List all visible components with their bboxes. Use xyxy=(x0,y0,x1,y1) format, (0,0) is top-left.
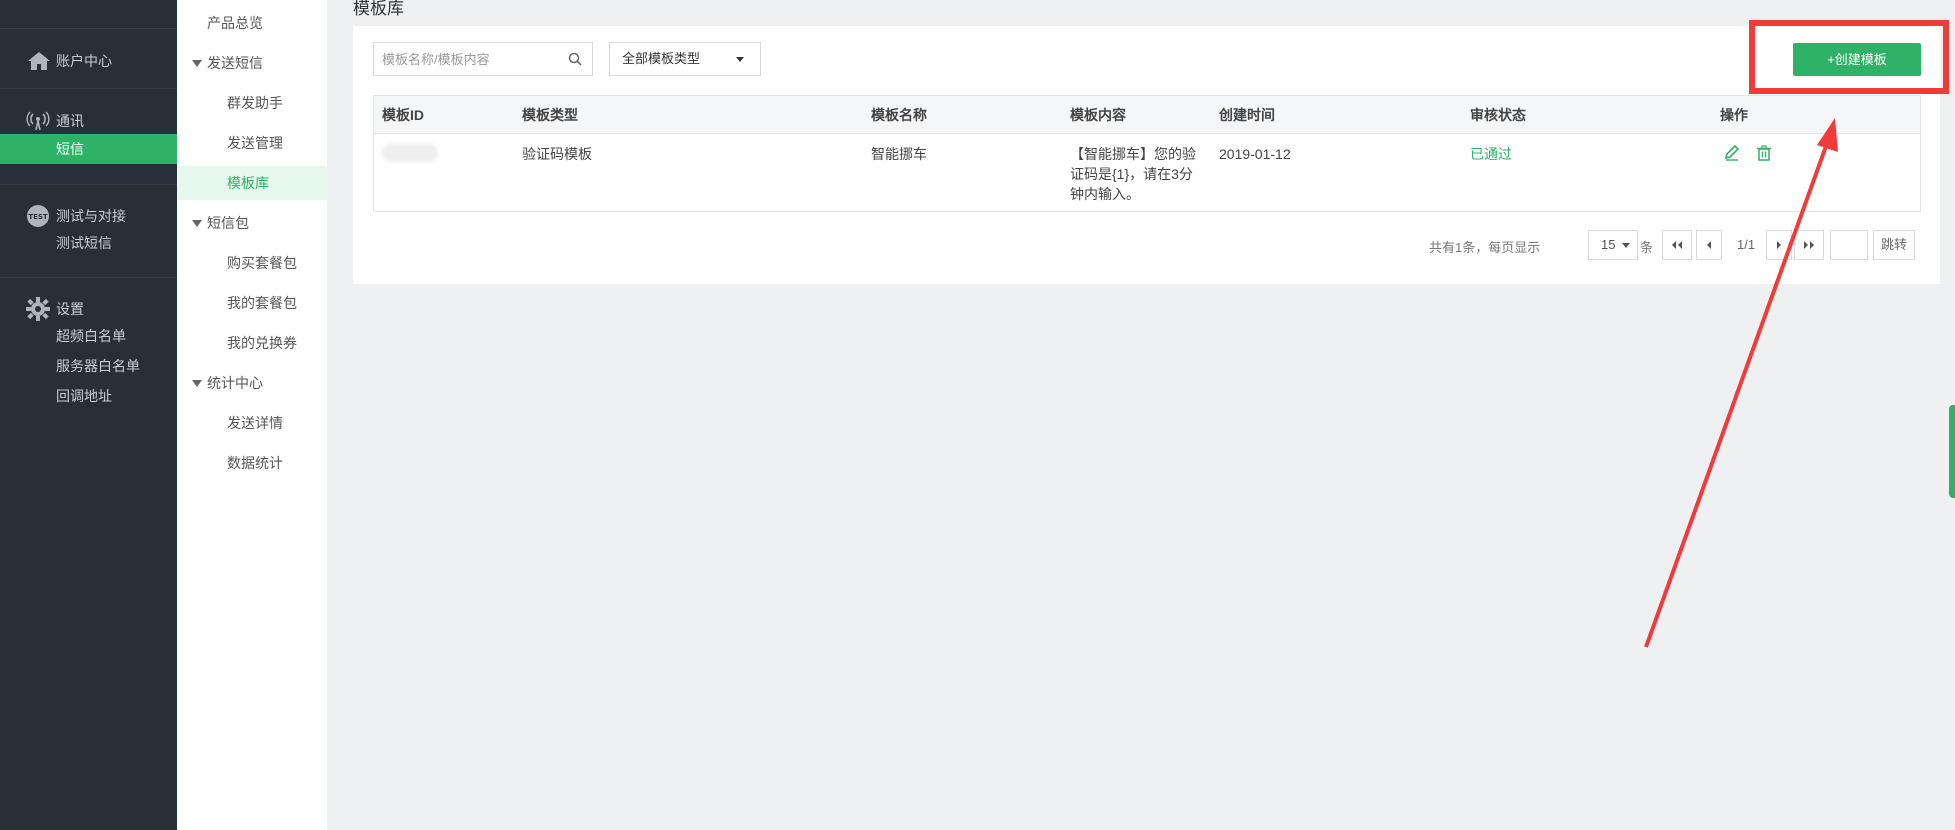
column-header: 模板内容 xyxy=(1070,106,1126,123)
sidebar-item-sms[interactable]: 短信 xyxy=(0,134,177,164)
sidebar-group-comm: 通讯 短信 xyxy=(0,88,177,164)
search-box xyxy=(373,42,593,76)
sidebar-group-account: 账户中心 xyxy=(0,28,177,73)
subnav-item-my-coupon[interactable]: 我的兑换券 xyxy=(177,327,327,359)
secondary-nav: 产品总览 发送短信 群发助手 发送管理 模板库 短信包 购买套餐包 我的套餐包 … xyxy=(177,0,327,830)
pagination: 共有1条，每页显示 15 条 1/1 跳转 xyxy=(373,230,1921,260)
page-size-value: 15 xyxy=(1601,237,1616,252)
caret-down-icon xyxy=(192,380,202,387)
column-header: 操作 xyxy=(1720,106,1748,123)
double-left-icon xyxy=(1672,241,1682,249)
table-row: 验证码模板 智能挪车 【智能挪车】您的验证码是{1}，请在3分钟内输入。 201… xyxy=(374,134,1920,211)
template-name-cell: 智能挪车 xyxy=(871,146,927,162)
column-header: 审核状态 xyxy=(1470,106,1526,123)
sidebar-item-callback-url[interactable]: 回调地址 xyxy=(0,381,177,411)
subnav-group-stats[interactable]: 统计中心 xyxy=(177,367,327,399)
last-page-button[interactable] xyxy=(1794,230,1824,260)
delete-icon[interactable] xyxy=(1755,144,1773,167)
template-content-cell: 【智能挪车】您的验证码是{1}，请在3分钟内输入。 xyxy=(1070,134,1219,211)
double-right-icon xyxy=(1804,241,1814,249)
search-icon[interactable] xyxy=(568,52,582,66)
sidebar-group-test: TEST 测试与对接 测试短信 xyxy=(0,184,177,258)
subnav-item-group-helper[interactable]: 群发助手 xyxy=(177,87,327,119)
feedback-edge-tab[interactable] xyxy=(1949,405,1955,498)
column-header: 创建时间 xyxy=(1219,106,1275,123)
annotation-highlight-box xyxy=(1749,20,1949,94)
subnav-group-label: 统计中心 xyxy=(207,375,263,391)
pagination-summary: 共有1条，每页显示 xyxy=(1429,240,1541,255)
caret-down-icon xyxy=(192,220,202,227)
subnav-item-send-detail[interactable]: 发送详情 xyxy=(177,407,327,439)
subnav-item-template-lib[interactable]: 模板库 xyxy=(177,166,327,200)
template-type-cell: 验证码模板 xyxy=(522,146,592,162)
subnav-item-overview[interactable]: 产品总览 xyxy=(177,7,327,39)
sidebar-item-test[interactable]: TEST 测试与对接 xyxy=(0,204,177,228)
next-page-button[interactable] xyxy=(1766,230,1792,260)
template-content-text: 【智能挪车】您的验证码是{1}，请在3分钟内输入。 xyxy=(1070,146,1196,202)
subnav-group-label: 短信包 xyxy=(207,215,249,231)
edit-icon[interactable] xyxy=(1723,144,1741,167)
test-icon: TEST xyxy=(26,204,52,228)
column-header: 模板ID xyxy=(382,106,424,123)
subnav-group-send-sms[interactable]: 发送短信 xyxy=(177,47,327,79)
caret-down-icon xyxy=(192,60,202,67)
sidebar-item-label: 设置 xyxy=(56,301,84,317)
created-time-cell: 2019-01-12 xyxy=(1219,146,1291,162)
first-page-button[interactable] xyxy=(1662,230,1692,260)
sidebar-item-label: 通讯 xyxy=(56,113,84,129)
status-cell: 已通过 xyxy=(1470,146,1512,162)
sidebar-item-label: 账户中心 xyxy=(56,53,112,69)
column-header: 模板类型 xyxy=(522,106,578,123)
page-jump-button[interactable]: 跳转 xyxy=(1873,230,1915,260)
select-value: 全部模板类型 xyxy=(622,51,701,66)
page-title: 模板库 xyxy=(353,0,404,18)
home-icon xyxy=(26,49,52,73)
sidebar-item-comm[interactable]: 通讯 xyxy=(0,109,177,133)
sidebar-item-settings[interactable]: 设置 xyxy=(0,297,177,321)
page-jump-input[interactable] xyxy=(1830,230,1868,260)
sidebar-item-label: 测试与对接 xyxy=(56,208,126,224)
main-sidebar: 账户中心 通讯 短信 TEST 测试与对接 测试短信 设置 超频白名单 服务器白… xyxy=(0,0,177,830)
chevron-left-icon xyxy=(1707,241,1711,249)
subnav-item-buy-pack[interactable]: 购买套餐包 xyxy=(177,247,327,279)
column-header: 模板名称 xyxy=(871,106,927,123)
current-page: 1/1 xyxy=(1737,237,1756,252)
actions-cell xyxy=(1720,134,1920,211)
chevron-right-icon xyxy=(1777,241,1781,249)
sidebar-item-server-whitelist[interactable]: 服务器白名单 xyxy=(0,351,177,381)
search-input[interactable] xyxy=(374,43,554,75)
sidebar-item-test-sms[interactable]: 测试短信 xyxy=(0,228,177,258)
content-panel: 全部模板类型 +创建模板 模板ID 模板类型 模板名称 模板内容 创建时间 审核… xyxy=(353,26,1940,284)
prev-page-button[interactable] xyxy=(1696,230,1722,260)
svg-text:TEST: TEST xyxy=(28,213,48,221)
gear-icon xyxy=(26,297,52,321)
subnav-group-sms-pack[interactable]: 短信包 xyxy=(177,207,327,239)
sidebar-item-freq-whitelist[interactable]: 超频白名单 xyxy=(0,321,177,351)
dropdown-arrow-icon xyxy=(1622,243,1630,248)
table-header: 模板ID 模板类型 模板名称 模板内容 创建时间 审核状态 操作 xyxy=(374,96,1920,134)
page-size-select[interactable]: 15 xyxy=(1588,230,1638,260)
subnav-item-my-pack[interactable]: 我的套餐包 xyxy=(177,287,327,319)
sidebar-group-settings: 设置 超频白名单 服务器白名单 回调地址 xyxy=(0,277,177,411)
signal-icon xyxy=(26,109,52,133)
template-table: 模板ID 模板类型 模板名称 模板内容 创建时间 审核状态 操作 验证码模板 智… xyxy=(373,95,1921,212)
page-size-unit: 条 xyxy=(1640,240,1654,255)
subnav-item-data-stats[interactable]: 数据统计 xyxy=(177,447,327,479)
redacted-id xyxy=(382,144,438,162)
subnav-item-send-mgmt[interactable]: 发送管理 xyxy=(177,127,327,159)
template-type-select[interactable]: 全部模板类型 xyxy=(609,42,761,76)
subnav-group-label: 发送短信 xyxy=(207,55,263,71)
sidebar-item-account[interactable]: 账户中心 xyxy=(0,49,177,73)
dropdown-arrow-icon xyxy=(736,57,744,62)
template-id-cell xyxy=(374,134,522,211)
